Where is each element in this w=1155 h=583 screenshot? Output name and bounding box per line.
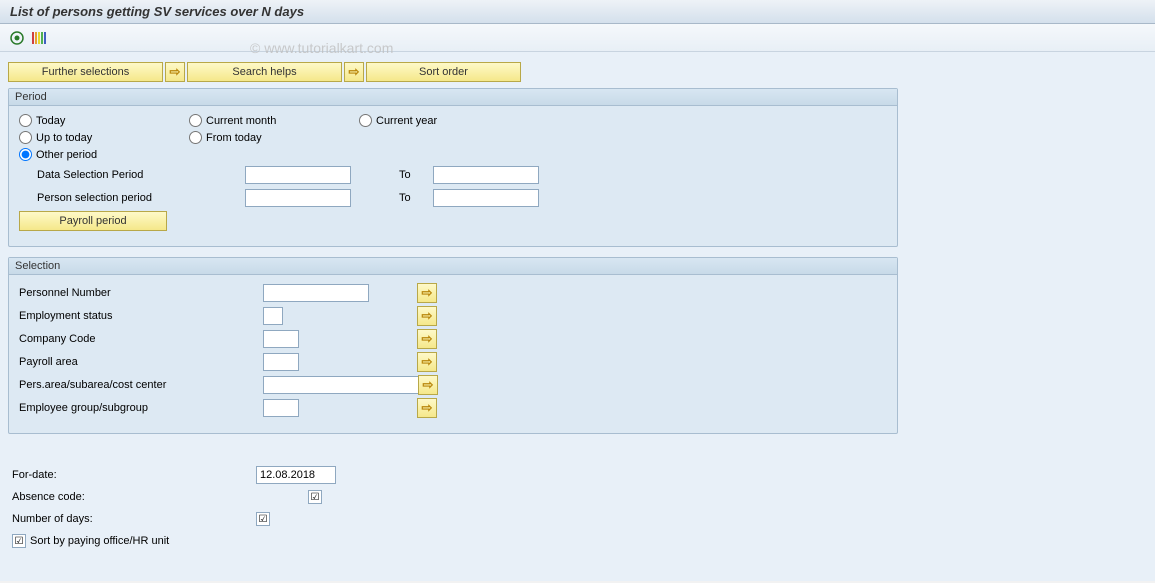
selection-group-title: Selection (9, 258, 897, 275)
absence-code-checkbox[interactable]: ☑ (308, 490, 322, 504)
page-title: List of persons getting SV services over… (0, 0, 1155, 24)
pers-area-input[interactable] (263, 376, 419, 394)
radio-current-month[interactable]: Current month (189, 114, 359, 127)
execute-icon[interactable] (8, 29, 26, 47)
further-selections-button[interactable]: Further selections (8, 62, 163, 82)
sort-order-button[interactable]: Sort order (366, 62, 521, 82)
sort-by-label: Sort by paying office/HR unit (30, 535, 169, 547)
multi-select-icon[interactable]: ⇨ (418, 375, 438, 395)
multi-select-icon[interactable]: ⇨ (417, 306, 437, 326)
for-date-label: For-date: (12, 469, 256, 481)
number-of-days-label: Number of days: (12, 513, 256, 525)
radio-label: From today (206, 132, 262, 144)
person-selection-to-input[interactable] (433, 189, 539, 207)
employment-status-label: Employment status (19, 310, 263, 322)
for-date-input[interactable] (256, 466, 336, 484)
multi-select-icon[interactable]: ⇨ (417, 329, 437, 349)
employee-group-label: Employee group/subgroup (19, 402, 263, 414)
data-selection-period-label: Data Selection Period (19, 169, 245, 181)
multi-select-icon[interactable]: ⇨ (417, 283, 437, 303)
app-toolbar (0, 24, 1155, 52)
payroll-area-label: Payroll area (19, 356, 263, 368)
data-selection-from-input[interactable] (245, 166, 351, 184)
radio-label: Up to today (36, 132, 92, 144)
pers-area-label: Pers.area/subarea/cost center (19, 379, 263, 391)
radio-up-to-today[interactable]: Up to today (19, 131, 189, 144)
radio-other-period[interactable]: Other period (19, 148, 189, 161)
absence-code-label: Absence code: (12, 491, 256, 503)
radio-label: Today (36, 115, 65, 127)
radio-from-today[interactable]: From today (189, 131, 359, 144)
data-selection-to-input[interactable] (433, 166, 539, 184)
bottom-fields: For-date: Absence code: ☑ Number of days… (8, 464, 1147, 548)
payroll-period-button[interactable]: Payroll period (19, 211, 167, 231)
button-row: Further selections ⇨ Search helps ⇨ Sort… (8, 62, 1147, 82)
multi-select-icon[interactable]: ⇨ (417, 352, 437, 372)
radio-label: Current year (376, 115, 437, 127)
personnel-number-input[interactable] (263, 284, 369, 302)
sort-by-checkbox[interactable]: ☑ (12, 534, 26, 548)
variant-icon[interactable] (30, 29, 48, 47)
payroll-area-input[interactable] (263, 353, 299, 371)
arrow-icon[interactable]: ⇨ (344, 62, 364, 82)
radio-label: Current month (206, 115, 276, 127)
company-code-input[interactable] (263, 330, 299, 348)
radio-today[interactable]: Today (19, 114, 189, 127)
to-label: To (399, 169, 423, 181)
person-selection-from-input[interactable] (245, 189, 351, 207)
period-group: Period Today Current month Current year … (8, 88, 898, 247)
search-helps-button[interactable]: Search helps (187, 62, 342, 82)
personnel-number-label: Personnel Number (19, 287, 263, 299)
number-of-days-checkbox[interactable]: ☑ (256, 512, 270, 526)
radio-current-year[interactable]: Current year (359, 114, 529, 127)
radio-label: Other period (36, 149, 97, 161)
multi-select-icon[interactable]: ⇨ (417, 398, 437, 418)
arrow-icon[interactable]: ⇨ (165, 62, 185, 82)
person-selection-period-label: Person selection period (19, 192, 245, 204)
employee-group-input[interactable] (263, 399, 299, 417)
content-area: Further selections ⇨ Search helps ⇨ Sort… (0, 52, 1155, 581)
selection-group: Selection Personnel Number ⇨ Employment … (8, 257, 898, 434)
company-code-label: Company Code (19, 333, 263, 345)
employment-status-input[interactable] (263, 307, 283, 325)
to-label: To (399, 192, 423, 204)
period-group-title: Period (9, 89, 897, 106)
